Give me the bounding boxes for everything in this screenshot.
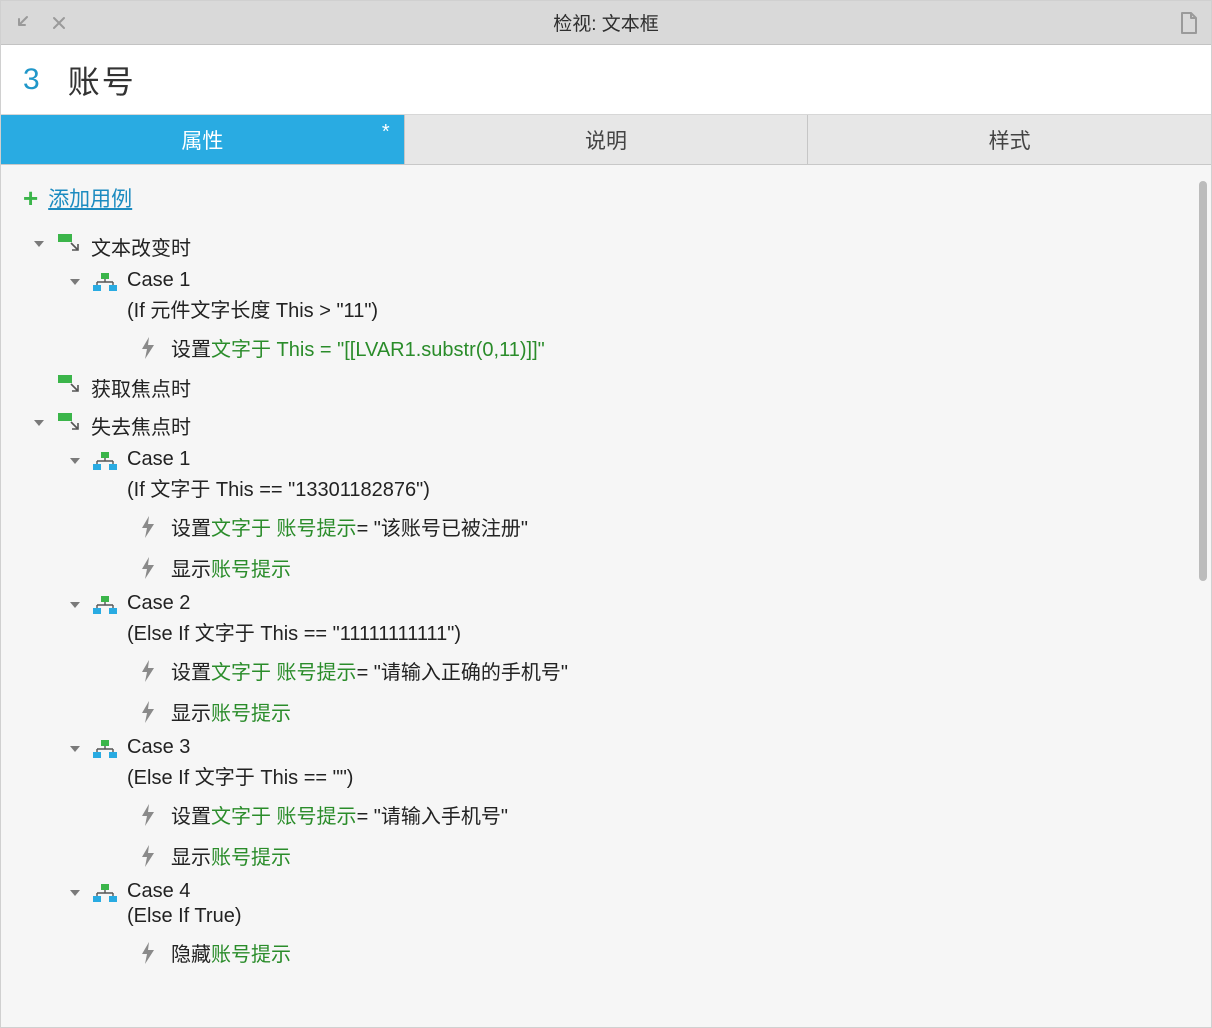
scroll-thumb[interactable] — [1199, 181, 1207, 581]
inspector-panel: 检视: 文本框 3 账号 属性 * 说明 样式 + 添加用例 — [0, 0, 1212, 1028]
case-icon — [91, 270, 119, 294]
case-icon — [91, 449, 119, 473]
action-target: 文字于 账号提示 — [211, 800, 357, 829]
event-row-ontextchange[interactable]: 文本改变时 — [1, 227, 1195, 265]
case-condition: (Else If 文字于 This == "") — [127, 761, 353, 790]
plus-icon: + — [23, 185, 38, 211]
tabbar: 属性 * 说明 样式 — [1, 115, 1211, 165]
action-verb: 设置 — [171, 800, 211, 829]
action-verb: 设置 — [171, 333, 211, 362]
action-row[interactable]: 设置 文字于 账号提示 = "请输入手机号" — [1, 794, 1195, 835]
case-icon — [91, 737, 119, 761]
event-label: 获取焦点时 — [91, 372, 191, 402]
action-verb: 显示 — [171, 697, 211, 726]
case-title: Case 3 — [127, 736, 353, 759]
case-title: Case 1 — [127, 269, 378, 292]
event-row-onblur[interactable]: 失去焦点时 — [1, 406, 1195, 444]
event-label: 失去焦点时 — [91, 410, 191, 440]
action-verb: 隐藏 — [171, 938, 211, 967]
case-row[interactable]: Case 3 (Else If 文字于 This == "") — [1, 732, 1195, 794]
case-condition: (If 元件文字长度 This > "11") — [127, 294, 378, 323]
action-verb: 显示 — [171, 553, 211, 582]
case-row[interactable]: Case 1 (If 文字于 This == "13301182876") — [1, 444, 1195, 506]
bolt-icon — [137, 337, 159, 359]
event-icon — [55, 232, 83, 256]
bolt-icon — [137, 557, 159, 579]
disclosure-icon[interactable] — [65, 451, 85, 471]
case-row[interactable]: Case 2 (Else If 文字于 This == "11111111111… — [1, 588, 1195, 650]
tab-notes[interactable]: 说明 — [405, 115, 809, 164]
widget-name: 账号 — [68, 57, 136, 103]
tab-properties[interactable]: 属性 * — [1, 115, 405, 164]
bolt-icon — [137, 804, 159, 826]
titlebar-title: 检视: 文本框 — [1, 9, 1211, 36]
disclosure-icon[interactable] — [65, 595, 85, 615]
action-target: 账号提示 — [211, 938, 291, 967]
tab-label: 样式 — [989, 125, 1031, 155]
case-condition: (Else If 文字于 This == "11111111111") — [127, 617, 461, 646]
bolt-icon — [137, 516, 159, 538]
action-value: = "请输入正确的手机号" — [357, 656, 568, 685]
vertical-scrollbar[interactable] — [1195, 165, 1211, 1027]
action-target: 文字于 账号提示 — [211, 512, 357, 541]
case-title: Case 2 — [127, 592, 461, 615]
action-verb: 显示 — [171, 841, 211, 870]
tab-label: 属性 — [181, 125, 223, 155]
tab-style[interactable]: 样式 — [808, 115, 1211, 164]
case-condition: (If 文字于 This == "13301182876") — [127, 473, 430, 502]
collapse-icon[interactable] — [11, 13, 31, 33]
tab-dirty-indicator: * — [382, 121, 390, 144]
close-icon[interactable] — [49, 13, 69, 33]
action-row[interactable]: 显示 账号提示 — [1, 691, 1195, 732]
action-verb: 设置 — [171, 656, 211, 685]
case-icon — [91, 593, 119, 617]
case-row[interactable]: Case 4 (Else If True) — [1, 876, 1195, 932]
action-target: 账号提示 — [211, 553, 291, 582]
action-row[interactable]: 设置 文字于 账号提示 = "请输入正确的手机号" — [1, 650, 1195, 691]
event-icon — [55, 373, 83, 397]
action-target: 文字于 账号提示 — [211, 656, 357, 685]
disclosure-icon[interactable] — [65, 883, 85, 903]
case-icon — [91, 881, 119, 905]
action-row[interactable]: 设置 文字于 This = "[[LVAR1.substr(0,11)]]" — [1, 327, 1195, 368]
bolt-icon — [137, 845, 159, 867]
interactions-content: + 添加用例 文本改变时 — [1, 165, 1195, 1027]
action-row[interactable]: 隐藏 账号提示 — [1, 932, 1195, 973]
add-case-button[interactable]: + 添加用例 — [1, 177, 1195, 227]
bolt-icon — [137, 942, 159, 964]
action-row[interactable]: 显示 账号提示 — [1, 547, 1195, 588]
case-row[interactable]: Case 1 (If 元件文字长度 This > "11") — [1, 265, 1195, 327]
add-case-label: 添加用例 — [48, 183, 132, 213]
action-target: 账号提示 — [211, 697, 291, 726]
event-row-onfocus[interactable]: 获取焦点时 — [1, 368, 1195, 406]
action-target: 账号提示 — [211, 841, 291, 870]
action-value: = "请输入手机号" — [357, 800, 508, 829]
widget-header: 3 账号 — [1, 45, 1211, 115]
disclosure-icon[interactable] — [29, 413, 49, 433]
bolt-icon — [137, 701, 159, 723]
widget-index: 3 — [23, 63, 40, 97]
titlebar: 检视: 文本框 — [1, 1, 1211, 45]
action-detail: 文字于 This = "[[LVAR1.substr(0,11)]]" — [211, 333, 545, 362]
disclosure-icon[interactable] — [29, 234, 49, 254]
case-title: Case 4 — [127, 880, 241, 903]
bolt-icon — [137, 660, 159, 682]
disclosure-icon[interactable] — [65, 272, 85, 292]
action-value: = "该账号已被注册" — [357, 512, 528, 541]
event-label: 文本改变时 — [91, 231, 191, 261]
tab-label: 说明 — [585, 125, 627, 155]
case-title: Case 1 — [127, 448, 430, 471]
page-icon[interactable] — [1179, 13, 1199, 33]
case-condition: (Else If True) — [127, 905, 241, 928]
action-verb: 设置 — [171, 512, 211, 541]
disclosure-icon[interactable] — [65, 739, 85, 759]
event-icon — [55, 411, 83, 435]
action-row[interactable]: 设置 文字于 账号提示 = "该账号已被注册" — [1, 506, 1195, 547]
action-row[interactable]: 显示 账号提示 — [1, 835, 1195, 876]
